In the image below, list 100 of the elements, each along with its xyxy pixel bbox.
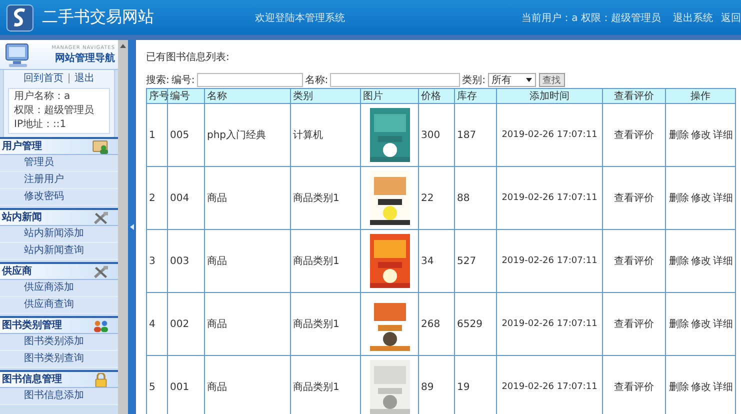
menu-item[interactable]: 供应商查询 — [0, 297, 118, 314]
column-header: 操作 — [666, 88, 736, 104]
menu-item[interactable]: 修改密码 — [0, 189, 118, 206]
action-link[interactable]: 详细 — [713, 319, 733, 330]
action-link[interactable]: 删除 — [669, 130, 689, 141]
people-icon — [92, 318, 110, 332]
site-title: 二手书交易网站 — [42, 7, 155, 28]
search-label: 搜索: — [146, 74, 170, 87]
table-cell: 5 — [146, 356, 168, 414]
table-cell: 6529 — [454, 292, 496, 356]
table-cell: 2019-02-26 17:07:11 — [496, 292, 602, 356]
logout-link[interactable]: 退出 — [74, 73, 95, 85]
action-link[interactable]: 修改 — [691, 193, 711, 204]
action-link[interactable]: 修改 — [691, 382, 711, 393]
menu-item[interactable]: 站内新闻查询 — [0, 243, 118, 260]
action-link[interactable]: 删除 — [669, 193, 689, 204]
menu-item[interactable]: 注册用户 — [0, 172, 118, 189]
nav-title: 网站管理导航 — [55, 51, 115, 64]
menu-item[interactable]: 供应商添加 — [0, 280, 118, 297]
table-cell: 88 — [454, 166, 496, 230]
table-cell: 2019-02-26 17:07:11 — [496, 104, 602, 166]
action-link[interactable]: 详细 — [713, 130, 733, 141]
menu-item[interactable]: 图书类别添加 — [0, 334, 118, 351]
table-cell: 商品类别1 — [290, 292, 360, 356]
table-cell: 22 — [418, 166, 454, 230]
table-cell: 001 — [168, 356, 204, 414]
category-dropdown[interactable]: 所有 — [488, 73, 536, 87]
user-info-text: IP地址：::1 — [14, 119, 68, 131]
action-link[interactable]: 删除 — [669, 256, 689, 267]
table-cell: 268 — [418, 292, 454, 356]
tools-icon — [92, 264, 110, 278]
header-link[interactable]: 返回 — [721, 10, 741, 24]
menu-section-title[interactable]: 用户管理 — [2, 140, 42, 152]
table-cell: 2019-02-26 17:07:11 — [496, 166, 602, 230]
scroll-up-icon[interactable] — [119, 43, 127, 49]
action-link[interactable]: 详细 — [713, 193, 733, 204]
table-cell: 300 — [418, 104, 454, 166]
page-heading: 已有图书信息列表: — [146, 50, 230, 64]
action-link[interactable]: 删除 — [669, 319, 689, 330]
column-header: 序号 — [146, 88, 168, 104]
user-info-text: 用户名称：a — [14, 91, 72, 103]
input-field[interactable] — [196, 73, 303, 87]
table-cell: 89 — [418, 356, 454, 414]
view-reviews-link[interactable]: 查看评价 — [614, 319, 654, 330]
table-cell: 005 — [168, 104, 204, 166]
search-button[interactable]: 查找 — [538, 73, 564, 87]
current-user-text: 当前用户：a 权限：超级管理员 — [522, 12, 662, 24]
menu-item[interactable]: 站内新闻添加 — [0, 226, 118, 243]
table-cell: 34 — [418, 230, 454, 292]
logo-icon — [6, 4, 34, 32]
header-link[interactable]: 退出系统 — [673, 10, 713, 24]
tools-icon — [92, 210, 110, 224]
table-cell: 527 — [454, 230, 496, 292]
menu-section-title[interactable]: 供应商 — [2, 266, 32, 278]
action-link[interactable]: 修改 — [691, 256, 711, 267]
action-link[interactable]: 修改 — [691, 130, 711, 141]
menu-item[interactable]: 图书类别查询 — [0, 351, 118, 368]
view-reviews-link[interactable]: 查看评价 — [614, 382, 654, 393]
column-header: 图片 — [360, 88, 418, 104]
collapse-arrow-icon[interactable] — [130, 224, 134, 230]
table-cell: php入门经典 — [204, 104, 290, 166]
column-header: 类别 — [290, 88, 360, 104]
action-link[interactable]: 详细 — [713, 382, 733, 393]
column-header: 查看评价 — [602, 88, 666, 104]
menu-item[interactable]: 图书信息添加 — [0, 388, 118, 405]
menu-section-title[interactable]: 站内新闻 — [2, 212, 42, 224]
table-cell: 计算机 — [290, 104, 360, 166]
user-info-text: 权限：超级管理员 — [14, 105, 95, 117]
action-link[interactable]: 删除 — [669, 382, 689, 393]
table-cell: 187 — [454, 104, 496, 166]
table-cell: 4 — [146, 292, 168, 356]
table-cell: 3 — [146, 230, 168, 292]
action-link[interactable]: 详细 — [713, 256, 733, 267]
table-cell: 商品类别1 — [290, 356, 360, 414]
input-field[interactable] — [330, 73, 460, 87]
view-reviews-link[interactable]: 查看评价 — [614, 193, 654, 204]
column-header: 添加时间 — [496, 88, 602, 104]
field-label: 名称: — [304, 74, 328, 87]
table-cell: 商品类别1 — [290, 230, 360, 292]
table-cell: 002 — [168, 292, 204, 356]
view-reviews-link[interactable]: 查看评价 — [614, 130, 654, 141]
field-label: 编号: — [171, 74, 195, 87]
user-card-icon — [92, 140, 110, 154]
menu-item[interactable]: 管理员 — [0, 155, 118, 172]
table-cell: 商品类别1 — [290, 166, 360, 230]
table-cell: 004 — [168, 166, 204, 230]
menu-section-title[interactable]: 图书信息管理 — [2, 374, 62, 386]
dropdown-arrow-icon — [526, 78, 532, 82]
table-cell: 商品 — [204, 292, 290, 356]
column-header: 编号 — [168, 88, 204, 104]
link-separator: | — [67, 73, 71, 85]
table-cell: 商品 — [204, 230, 290, 292]
table-cell: 商品 — [204, 356, 290, 414]
menu-section-title[interactable]: 图书类别管理 — [2, 320, 62, 332]
table-cell: 2019-02-26 17:07:11 — [496, 230, 602, 292]
action-link[interactable]: 修改 — [691, 319, 711, 330]
view-reviews-link[interactable]: 查看评价 — [614, 256, 654, 267]
home-link[interactable]: 回到首页 — [23, 73, 64, 85]
column-header: 库存 — [454, 88, 496, 104]
table-cell: 2 — [146, 166, 168, 230]
